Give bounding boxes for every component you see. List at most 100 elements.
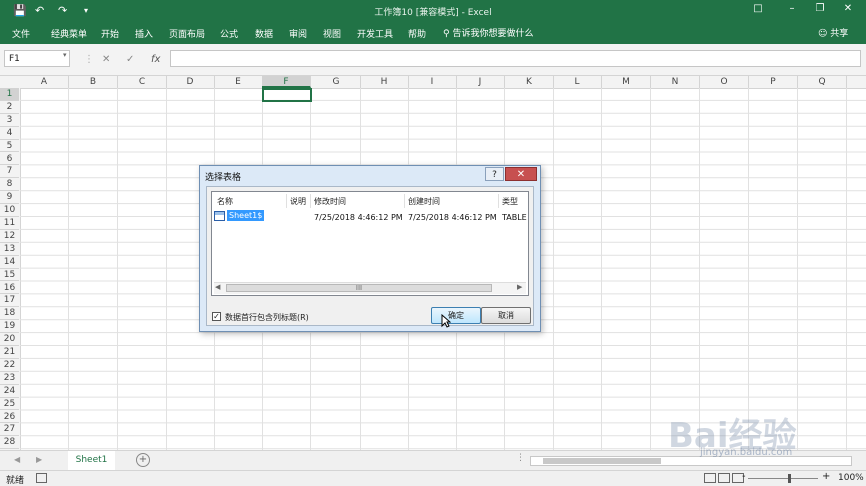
column-header[interactable]: A [20,76,69,88]
cancel-button[interactable]: 取消 [481,307,531,324]
column-header[interactable]: M [602,76,651,88]
column-header[interactable]: D [166,76,215,88]
column-divider[interactable] [498,194,499,208]
row-header[interactable]: 23 [0,372,19,385]
help-icon[interactable]: ? [485,167,504,181]
scroll-thumb[interactable]: III [226,284,492,292]
formula-input[interactable] [170,50,861,67]
zoom-level[interactable]: 100% [838,473,864,483]
column-header[interactable]: N [651,76,700,88]
tab-classic-menu[interactable]: 经典菜单 [51,27,87,40]
row-header[interactable]: 15 [0,269,19,282]
checkbox-label[interactable]: 数据首行包含列标题(R) [225,312,309,323]
ribbon-display-icon[interactable]: □ [748,3,768,19]
tab-home[interactable]: 开始 [101,27,119,40]
column-divider[interactable] [404,194,405,208]
row-header[interactable]: 22 [0,359,19,372]
column-divider[interactable] [310,194,311,208]
table-row[interactable]: Sheet1$ [214,210,265,221]
row-header[interactable]: 12 [0,230,19,243]
column-header[interactable]: F [262,76,311,88]
scroll-thumb[interactable] [543,458,661,464]
row-header[interactable]: 26 [0,411,19,424]
column-header[interactable]: Q [798,76,847,88]
column-header-name[interactable]: 名称 [217,196,233,207]
name-box[interactable]: F1 [4,50,70,67]
row-header[interactable]: 8 [0,178,19,192]
enter-entry-icon[interactable]: ✓ [126,54,134,65]
row-header[interactable]: 14 [0,256,19,269]
zoom-slider[interactable] [748,478,818,479]
column-header-modified[interactable]: 修改时间 [314,196,346,207]
normal-view-icon[interactable] [704,473,716,483]
row-header[interactable]: 2 [0,101,19,114]
page-layout-view-icon[interactable] [718,473,730,483]
column-header[interactable]: L [553,76,602,88]
column-header[interactable]: P [749,76,798,88]
table-list[interactable]: 名称 说明 修改时间 创建时间 类型 Sheet1$ 7/25/2018 4:4… [211,191,529,296]
share-button[interactable]: ☺ 共享 [818,26,848,39]
scroll-sheet-right-icon[interactable]: ▶ [36,455,42,464]
scroll-sheet-left-icon[interactable]: ◀ [14,455,20,464]
row-header[interactable]: 7 [0,165,19,179]
zoom-in-icon[interactable]: + [822,471,830,482]
row-header[interactable]: 20 [0,333,19,346]
scroll-left-icon[interactable]: ◀ [215,283,220,291]
column-header[interactable]: C [118,76,167,88]
column-header[interactable]: H [360,76,409,88]
column-header-description[interactable]: 说明 [290,196,306,207]
cancel-entry-icon[interactable]: ✕ [102,54,110,65]
tab-file[interactable]: 文件 [12,27,30,40]
close-icon[interactable]: ✕ [838,3,858,19]
tab-help[interactable]: 帮助 [408,27,426,40]
row-header[interactable]: 10 [0,204,19,217]
tab-review[interactable]: 审阅 [289,27,307,40]
column-header[interactable]: J [456,76,505,88]
horizontal-scrollbar[interactable]: ◀ III ▶ [214,282,526,294]
row-header[interactable]: 27 [0,423,19,437]
zoom-out-icon[interactable]: - [742,471,746,482]
row-header[interactable]: 6 [0,153,19,166]
chevron-down-icon[interactable]: ▾ [63,51,67,59]
row-header[interactable]: 16 [0,282,19,295]
row-header[interactable]: 11 [0,217,19,230]
macro-record-icon[interactable] [36,473,47,483]
add-sheet-icon[interactable]: + [136,453,150,467]
row-header[interactable]: 3 [0,114,19,127]
row-header[interactable]: 18 [0,307,19,321]
tell-me-box[interactable]: ⚲ 告诉我你想要做什么 [443,26,533,39]
column-header-created[interactable]: 创建时间 [408,196,440,207]
column-divider[interactable] [286,194,287,208]
column-header[interactable]: E [214,76,263,88]
scroll-right-icon[interactable]: ▶ [517,283,522,291]
tab-insert[interactable]: 插入 [135,27,153,40]
tab-page-layout[interactable]: 页面布局 [169,27,205,40]
close-icon[interactable]: ✕ [505,167,537,181]
row-header[interactable]: 21 [0,346,19,359]
row-header[interactable]: 13 [0,243,19,256]
tab-data[interactable]: 数据 [255,27,273,40]
column-header[interactable]: B [69,76,118,88]
row-header[interactable]: 9 [0,191,19,205]
row-header[interactable]: 17 [0,294,19,308]
row-header[interactable]: 4 [0,127,19,140]
row-header[interactable]: 5 [0,140,19,153]
tab-view[interactable]: 视图 [323,27,341,40]
row-header[interactable]: 24 [0,385,19,398]
column-header[interactable]: I [408,76,457,88]
column-header-type[interactable]: 类型 [502,196,518,207]
column-header[interactable]: G [312,76,361,88]
ok-button[interactable]: 确定 [431,307,481,324]
column-header[interactable]: K [505,76,554,88]
tab-developer[interactable]: 开发工具 [357,27,393,40]
row-header[interactable]: 25 [0,398,19,411]
zoom-handle[interactable] [788,474,791,483]
row-header[interactable]: 1 [0,88,19,101]
restore-icon[interactable]: ❐ [810,3,830,19]
row-header[interactable]: 19 [0,320,19,334]
row-header[interactable]: 28 [0,436,19,450]
sheet-horizontal-scrollbar[interactable] [530,456,852,466]
header-row-checkbox[interactable]: ✓ [212,312,221,321]
tab-formulas[interactable]: 公式 [220,27,238,40]
insert-function-icon[interactable]: fx [151,54,160,65]
